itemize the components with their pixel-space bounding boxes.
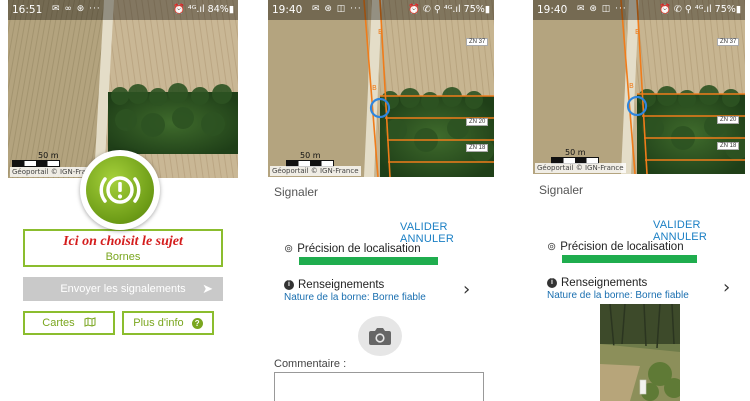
information-label: Renseignements [561, 277, 648, 289]
send-reports-button[interactable]: Envoyer les signalements ➤ [23, 277, 223, 301]
form-title: Signaler [539, 183, 584, 197]
camera-button[interactable] [358, 316, 402, 356]
maps-button[interactable]: Cartes [23, 311, 115, 335]
status-notification-icons: ✉ ∞ ⊛ ··· [52, 4, 101, 14]
location-precision-label: Précision de localisation [560, 241, 684, 253]
bollard-photo [600, 304, 680, 401]
map-scale-label: 50 m [300, 151, 321, 160]
more-info-button[interactable]: Plus d'info ? [122, 311, 214, 335]
info-icon: i [547, 277, 557, 288]
status-notification-icons: ✉ ⊛ ◫ ··· [577, 4, 627, 14]
camera-icon [369, 328, 391, 345]
parcel-label: ZN 18 [466, 144, 489, 152]
status-bar: 19:40 ✉ ⊛ ◫ ··· ⏰ ✆ ⚲ ⁴ᴳ.ıl 75%▮ [533, 0, 745, 20]
parcel-label: ZN 37 [717, 38, 740, 46]
phone-screen-2: 19:40 ✉ ⊛ ◫ ··· ⏰ ✆ ⚲ ⁴ᴳ.ıl 75%▮ B B ZN … [268, 0, 494, 401]
status-bar: 16:51 ✉ ∞ ⊛ ··· ⏰ ⁴ᴳ.ıl 84%▮ [8, 0, 238, 20]
svg-text:B: B [372, 84, 377, 92]
location-pin-icon: ⊚ [284, 243, 294, 255]
svg-text:B: B [629, 82, 634, 90]
chevron-right-icon[interactable]: › [463, 279, 470, 300]
comment-label: Commentaire : [274, 358, 347, 370]
form-title: Signaler [274, 185, 319, 199]
subject-selector-button[interactable] [80, 150, 160, 230]
svg-text:B: B [635, 28, 640, 36]
location-pin-icon: ⊚ [547, 241, 557, 253]
status-battery: ⏰ ✆ ⚲ ⁴ᴳ.ıl 75%▮ [408, 4, 490, 15]
status-time: 19:40 [537, 4, 568, 16]
maps-button-label: Cartes [42, 317, 75, 329]
map-view[interactable]: B B ZN 37 ZN 20 ZN 18 50 m Géoportail © I… [268, 0, 494, 177]
map-view[interactable]: B B ZN 37 ZN 20 ZN 18 50 m Géoportail © I… [533, 0, 745, 174]
information-section[interactable]: i Renseignements [284, 279, 384, 291]
more-info-label: Plus d'info [133, 317, 184, 329]
map-icon [84, 317, 96, 329]
information-label: Renseignements [298, 279, 385, 291]
comment-input[interactable] [274, 372, 484, 401]
status-notification-icons: ✉ ⊛ ◫ ··· [312, 4, 362, 14]
subject-prompt: Ici on choisit le sujet [63, 234, 183, 249]
location-precision-bar [562, 255, 697, 263]
status-battery: ⏰ ✆ ⚲ ⁴ᴳ.ıl 75%▮ [659, 4, 741, 15]
location-precision: ⊚ Précision de localisation [547, 240, 684, 253]
send-reports-label: Envoyer les signalements [60, 283, 186, 295]
map-scale-label: 50 m [38, 151, 59, 160]
subject-field[interactable]: Ici on choisit le sujet Bornes [23, 229, 223, 267]
parcel-label: ZN 20 [717, 116, 740, 124]
send-icon: ➤ [202, 281, 213, 296]
phone-screen-3: 19:40 ✉ ⊛ ◫ ··· ⏰ ✆ ⚲ ⁴ᴳ.ıl 75%▮ B B ZN … [533, 0, 745, 401]
parcel-label: ZN 18 [717, 142, 740, 150]
attached-photo[interactable] [600, 304, 680, 401]
info-icon: i [284, 279, 294, 290]
question-icon: ? [191, 317, 203, 329]
map-scale-label: 50 m [565, 148, 586, 157]
parcel-label: ZN 37 [466, 38, 489, 46]
status-time: 16:51 [12, 4, 43, 16]
map-attribution: Géoportail © IGN-France [270, 166, 361, 176]
subject-value: Bornes [105, 251, 141, 263]
validate-button[interactable]: VALIDER [653, 219, 701, 231]
status-battery: ⏰ ⁴ᴳ.ıl 84%▮ [173, 4, 234, 15]
bollard-nature-value: Nature de la borne: Borne fiable [284, 292, 426, 303]
validate-button[interactable]: VALIDER [400, 221, 448, 233]
phone-screen-1: 16:51 ✉ ∞ ⊛ ··· ⏰ ⁴ᴳ.ıl 84%▮ 50 m Géopor… [8, 0, 238, 401]
location-precision-label: Précision de localisation [297, 243, 421, 255]
chevron-right-icon[interactable]: › [723, 277, 730, 298]
status-bar: 19:40 ✉ ⊛ ◫ ··· ⏰ ✆ ⚲ ⁴ᴳ.ıl 75%▮ [268, 0, 494, 20]
parcel-label: ZN 20 [466, 118, 489, 126]
status-time: 19:40 [272, 4, 303, 16]
bollard-nature-value: Nature de la borne: Borne fiable [547, 290, 689, 301]
brake-warning-icon [99, 176, 141, 204]
information-section[interactable]: i Renseignements [547, 277, 647, 289]
location-precision: ⊚ Précision de localisation [284, 242, 421, 255]
map-attribution: Géoportail © IGN-France [535, 163, 626, 173]
location-precision-bar [299, 257, 438, 265]
map-scale-bar [12, 160, 60, 167]
svg-text:B: B [378, 28, 383, 36]
